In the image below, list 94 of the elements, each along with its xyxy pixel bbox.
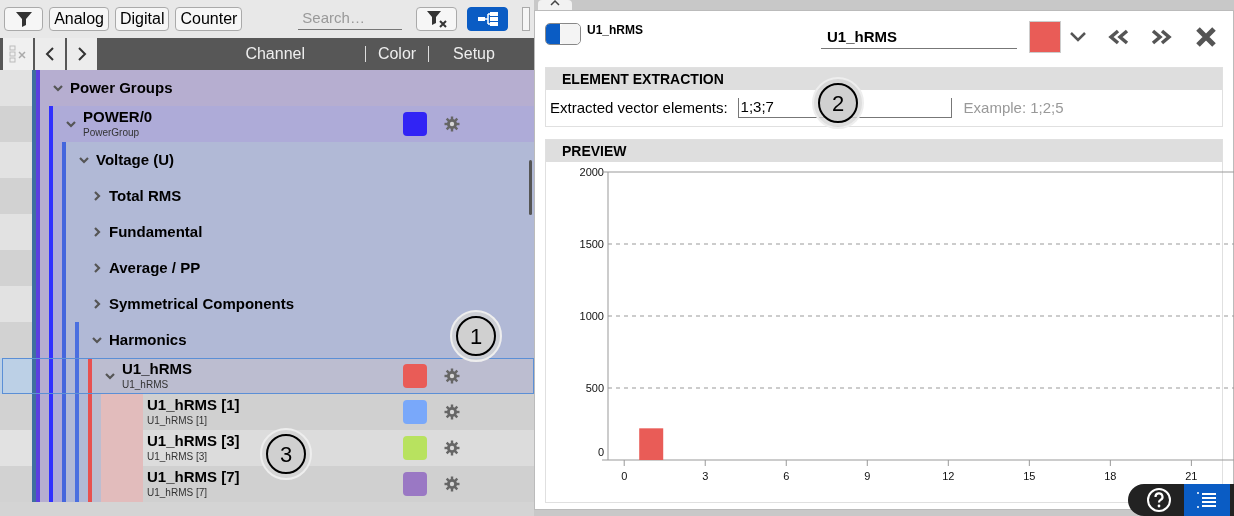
color-swatch[interactable] (403, 112, 427, 136)
y-tick-label: 1500 (579, 238, 604, 250)
chevron-right-icon[interactable] (91, 226, 103, 238)
remove-column-icon (7, 44, 29, 64)
tree-item-label[interactable]: U1_hRMS [3] (147, 432, 240, 452)
close-icon[interactable] (1195, 27, 1217, 47)
previous-icon[interactable] (1107, 29, 1131, 45)
filter-tag-button[interactable]: Counter (175, 7, 243, 31)
chevron-right-icon[interactable] (91, 190, 103, 202)
settings-icon[interactable] (444, 368, 460, 384)
bar (639, 428, 664, 460)
channel-title: U1_hRMS (587, 22, 643, 39)
chevron-right-icon[interactable] (91, 298, 103, 310)
dropdown-chevron-icon[interactable] (1069, 31, 1087, 43)
forward-button[interactable] (67, 38, 97, 70)
chevron-right-icon[interactable] (91, 262, 103, 274)
chevron-down-icon[interactable] (52, 82, 64, 94)
color-swatch[interactable] (403, 364, 427, 388)
help-icon[interactable] (1146, 487, 1172, 513)
filter-button[interactable] (4, 7, 44, 31)
tree-item-label[interactable]: Total RMS (109, 186, 182, 206)
collapse-caret-icon[interactable] (550, 0, 560, 6)
tree-item-label[interactable]: U1_hRMS [1] (147, 396, 240, 416)
clear-filter-icon (425, 10, 448, 28)
y-tick-label: 0 (597, 446, 604, 458)
color-swatch[interactable] (403, 400, 427, 424)
example-hint: Example: 1;2;5 (963, 97, 1064, 118)
filter-icon (14, 11, 33, 27)
tree-row[interactable]: Fundamental (0, 214, 534, 250)
x-tick-label: 18 (1104, 470, 1117, 482)
tree-item-sublabel: U1_hRMS (122, 379, 169, 392)
step-marker: 2 (818, 83, 858, 123)
tree-item-label[interactable]: Fundamental (109, 222, 203, 242)
tree-row[interactable]: Voltage (U) (0, 142, 534, 178)
toggle-switch[interactable] (545, 23, 581, 45)
search-field[interactable]: Search… (298, 6, 402, 30)
tree-icon (476, 11, 499, 27)
chevron-down-icon[interactable] (65, 118, 77, 130)
settings-icon[interactable] (444, 476, 460, 492)
color-swatch[interactable] (403, 472, 427, 496)
tree-row[interactable]: Symmetrical Components (0, 286, 534, 322)
column-header[interactable]: Setup (429, 42, 519, 66)
x-tick-label: 9 (864, 470, 871, 482)
settings-icon[interactable] (444, 116, 460, 132)
chevron-right-icon (77, 47, 87, 61)
settings-icon[interactable] (444, 404, 460, 420)
chevron-down-icon[interactable] (78, 154, 90, 166)
filter-tag-button[interactable]: Digital (114, 7, 170, 31)
x-tick-label: 12 (942, 470, 955, 482)
tree-item-label[interactable]: POWER/0 (83, 108, 153, 128)
tree-item-label[interactable]: U1_hRMS (122, 360, 192, 380)
step-marker: 1 (456, 316, 496, 356)
chevron-down-icon[interactable] (91, 334, 103, 346)
back-button[interactable] (35, 38, 65, 70)
indent-block (101, 394, 143, 430)
tree-item-label[interactable]: U1_hRMS [7] (147, 468, 240, 488)
column-header[interactable]: Channel (97, 42, 365, 66)
tree-view-button[interactable] (467, 7, 509, 31)
tree-item-sublabel: U1_hRMS [3] (147, 451, 208, 464)
x-tick-label: 0 (621, 470, 628, 482)
settings-icon[interactable] (444, 440, 460, 456)
toolbar-button[interactable] (522, 7, 530, 31)
color-swatch[interactable] (403, 436, 427, 460)
tree-item-label[interactable]: Voltage (U) (96, 150, 175, 170)
tree-row[interactable]: Power Groups (0, 70, 534, 106)
scrollbar[interactable] (529, 160, 532, 215)
name-field[interactable]: U1_hRMS (821, 27, 1017, 49)
clear-filter-button[interactable] (415, 7, 458, 31)
next-icon[interactable] (1149, 29, 1173, 45)
x-tick-label: 6 (783, 470, 790, 482)
chevron-left-icon (45, 47, 55, 61)
filter-tag-button[interactable]: Analog (49, 7, 109, 31)
tree-item-label[interactable]: Harmonics (109, 330, 187, 350)
y-tick-label: 2000 (579, 166, 604, 178)
x-tick-label: 15 (1023, 470, 1036, 482)
tree-item-label[interactable]: Average / PP (109, 258, 201, 278)
list-icon[interactable] (1196, 492, 1218, 508)
section-heading: ELEMENT EXTRACTION (546, 68, 1222, 90)
field-label: Extracted vector elements: (550, 97, 728, 118)
y-tick-label: 500 (585, 382, 604, 394)
section-heading: PREVIEW (546, 140, 1222, 162)
tree-item-sublabel: PowerGroup (83, 127, 140, 140)
x-tick-label: 3 (702, 470, 709, 482)
column-header[interactable]: Color (365, 46, 429, 62)
x-tick-label: 21 (1185, 470, 1198, 482)
y-tick-label: 1000 (579, 310, 604, 322)
indent-block (101, 466, 143, 502)
color-swatch[interactable] (1029, 21, 1061, 53)
tree-row[interactable]: U1_hRMS U1_hRMS (0, 358, 534, 394)
tree-item-label[interactable]: Power Groups (70, 78, 173, 98)
tree-item-sublabel: U1_hRMS [1] (147, 415, 208, 428)
step-marker: 3 (266, 434, 306, 474)
chevron-down-icon[interactable] (104, 370, 116, 382)
tree-item-sublabel: U1_hRMS [7] (147, 487, 208, 500)
